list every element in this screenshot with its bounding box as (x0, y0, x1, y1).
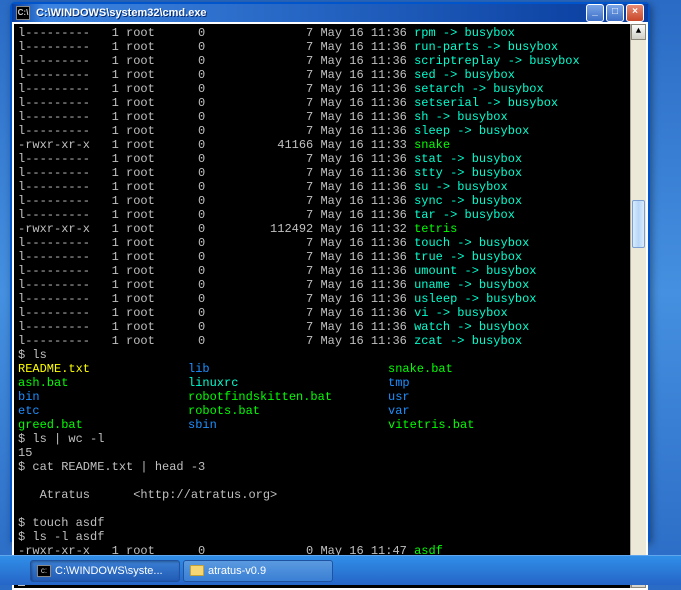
minimize-button[interactable]: _ (586, 4, 604, 22)
taskbar-item-cmd[interactable]: c: C:\WINDOWS\syste... (30, 560, 180, 582)
cmd-icon: c: (37, 565, 51, 577)
window-title: C:\WINDOWS\system32\cmd.exe (34, 7, 586, 19)
cmd-icon: C:\ (16, 6, 30, 20)
folder-icon (190, 565, 204, 576)
taskbar-item-label: atratus-v0.9 (208, 565, 266, 577)
close-button[interactable]: × (626, 4, 644, 22)
scroll-track[interactable] (631, 40, 646, 572)
maximize-button[interactable]: □ (606, 4, 624, 22)
scrollbar[interactable]: ▲ ▼ (630, 24, 646, 588)
scroll-up-button[interactable]: ▲ (631, 24, 646, 40)
scroll-thumb[interactable] (632, 200, 645, 248)
taskbar: c: C:\WINDOWS\syste... atratus-v0.9 (0, 555, 681, 585)
taskbar-item-folder[interactable]: atratus-v0.9 (183, 560, 333, 582)
cmd-window: C:\ C:\WINDOWS\system32\cmd.exe _ □ × l-… (10, 2, 650, 542)
taskbar-item-label: C:\WINDOWS\syste... (55, 565, 163, 577)
titlebar[interactable]: C:\ C:\WINDOWS\system32\cmd.exe _ □ × (12, 4, 648, 22)
terminal-output[interactable]: l--------- 1 root 0 7 May 16 11:36 rpm -… (14, 24, 630, 588)
terminal-area: l--------- 1 root 0 7 May 16 11:36 rpm -… (12, 22, 648, 590)
